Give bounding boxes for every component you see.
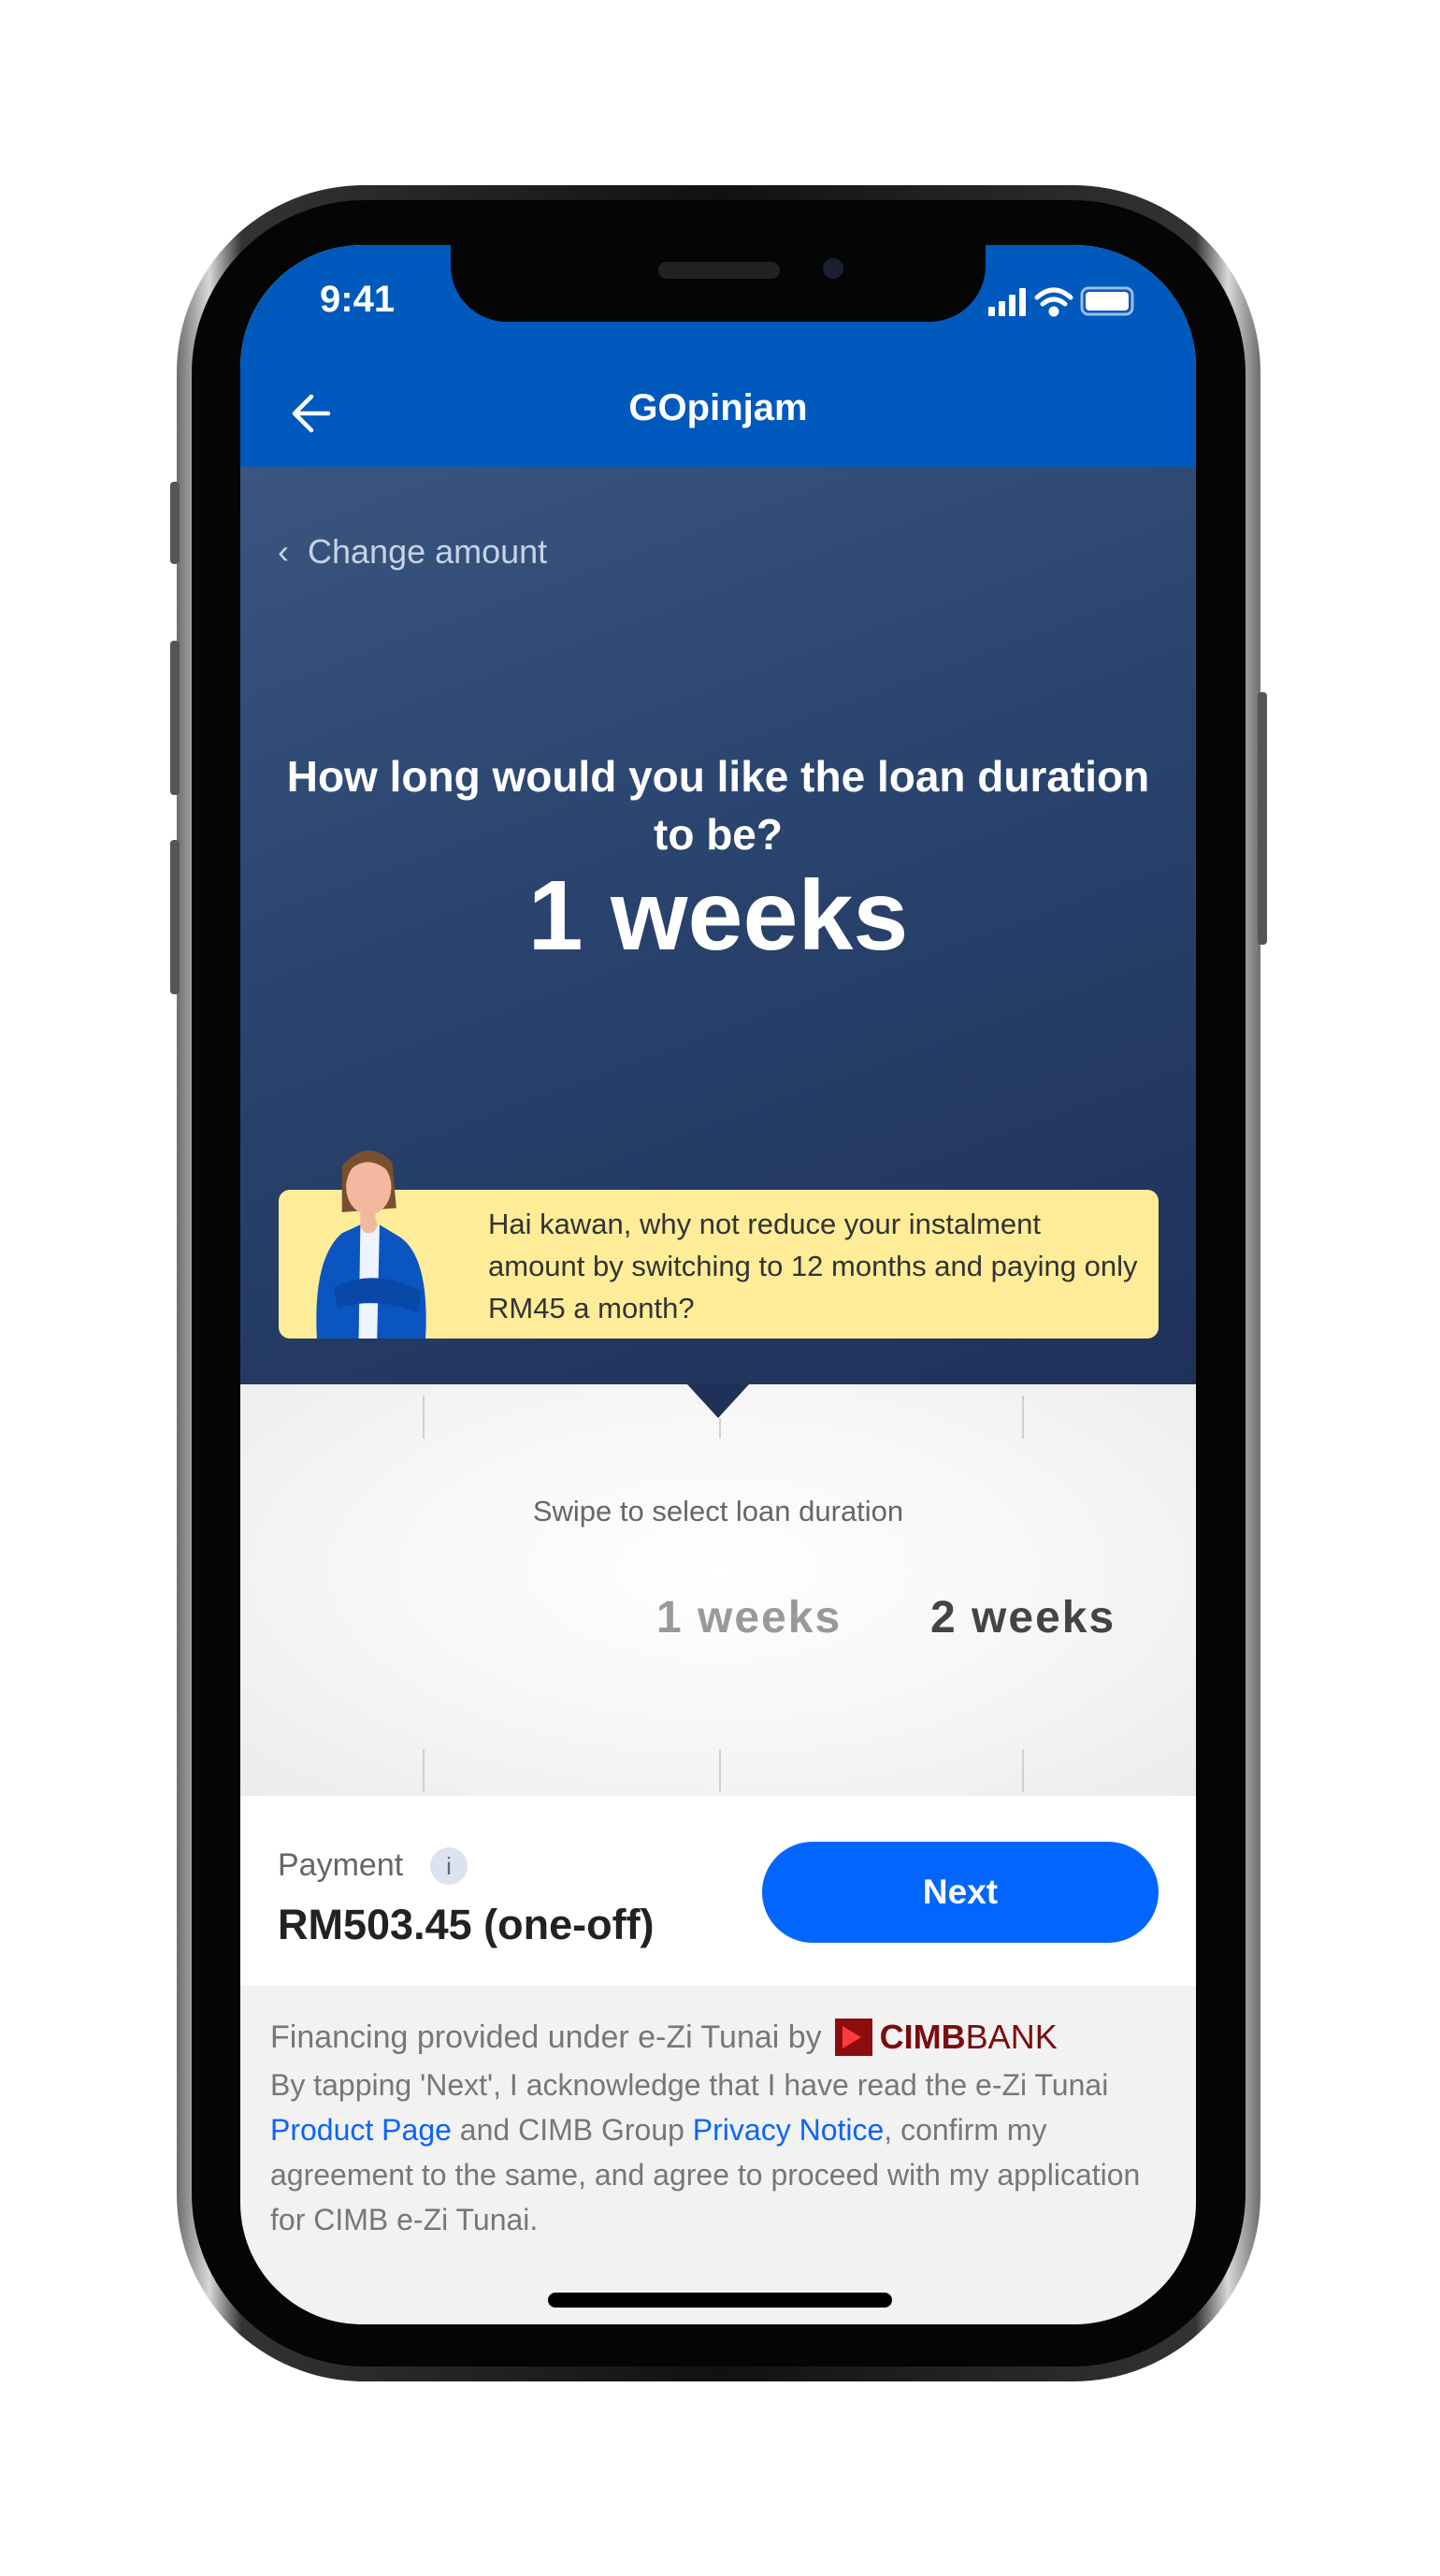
change-amount-link[interactable]: ‹ Change amount	[278, 532, 547, 572]
info-icon[interactable]: i	[430, 1847, 468, 1885]
status-time: 9:41	[320, 279, 396, 320]
cimb-logo-light: BANK	[965, 2018, 1058, 2056]
cimb-logo-icon	[834, 2019, 872, 2056]
power-button	[1258, 692, 1267, 945]
pointer-triangle	[687, 1384, 749, 1418]
cimb-logo-bold: CIMB	[879, 2018, 966, 2056]
tick-mark	[423, 1749, 425, 1792]
selected-duration: 1 weeks	[527, 861, 909, 971]
tick-mark	[719, 1418, 721, 1439]
tip-text: Hai kawan, why not reduce your instalmen…	[488, 1208, 1138, 1324]
tick-mark	[1022, 1396, 1024, 1439]
payment-label: Payment	[278, 1847, 404, 1883]
consent-text: By tapping 'Next', I acknowledge that I …	[270, 2062, 1168, 2242]
speaker	[658, 262, 780, 279]
nav-bar: 9:41 GOpinjam	[240, 245, 1196, 467]
duration-option-2-weeks[interactable]: 2 weeks	[930, 1592, 1116, 1643]
page-title: GOpinjam	[628, 387, 808, 428]
financing-text: Financing provided under e-Zi Tunai by	[270, 2019, 822, 2055]
privacy-notice-link[interactable]: Privacy Notice	[693, 2113, 885, 2147]
signal-icon	[988, 288, 1026, 316]
payment-amount: RM503.45 (one-off)	[278, 1901, 655, 1948]
product-page-link[interactable]: Product Page	[270, 2113, 452, 2147]
volume-down-button	[170, 840, 180, 994]
thinking-woman-illustration	[316, 1150, 426, 1339]
duration-picker[interactable]: Swipe to select loan duration 1 weeks 2 …	[240, 1384, 1196, 1796]
status-icons	[988, 286, 1134, 317]
change-amount-label: Change amount	[308, 532, 548, 571]
consent-part: and CIMB Group	[451, 2113, 693, 2147]
wifi-icon	[1034, 287, 1073, 317]
home-indicator[interactable]	[548, 2293, 892, 2308]
volume-up-button	[170, 641, 180, 795]
app-screen: 9:41 GOpinjam ‹ Change amount How long w…	[240, 245, 1196, 2324]
notch	[451, 245, 986, 322]
silent-switch	[170, 482, 180, 564]
financing-line: Financing provided under e-Zi Tunai by C…	[270, 2018, 1168, 2057]
chevron-left-icon: ‹	[278, 532, 308, 571]
duration-option-1-weeks[interactable]: 1 weeks	[656, 1592, 842, 1643]
swipe-hint: Swipe to select loan duration	[532, 1495, 904, 1527]
battery-icon	[1080, 286, 1134, 316]
camera	[823, 258, 843, 279]
payment-bar: Payment i RM503.45 (one-off) Next	[240, 1796, 1196, 1986]
tick-mark	[423, 1396, 425, 1439]
tick-mark	[1022, 1749, 1024, 1792]
next-button[interactable]: Next	[762, 1842, 1159, 1943]
cimb-bank-logo: CIMB BANK	[834, 2018, 1058, 2057]
tick-mark	[719, 1749, 721, 1792]
duration-question: How long would you like the loan duratio…	[286, 752, 1150, 859]
consent-part: By tapping 'Next', I acknowledge that I …	[270, 2068, 1109, 2102]
disclaimer: Financing provided under e-Zi Tunai by C…	[270, 2018, 1168, 2242]
duration-hero: ‹ Change amount How long would you like …	[240, 467, 1196, 1384]
